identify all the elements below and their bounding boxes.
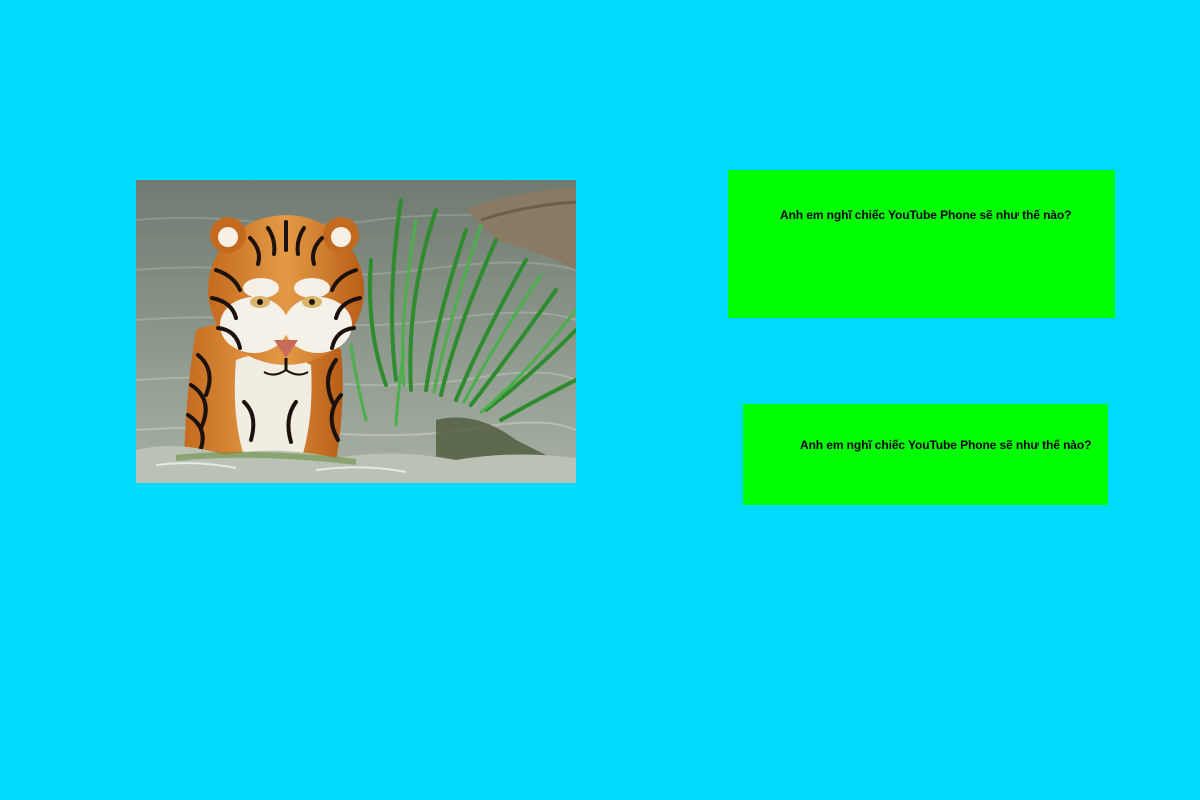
tiger-photo [136,180,576,483]
tiger-photo-illustration [136,180,576,483]
panel-bottom-text: Anh em nghĩ chiếc YouTube Phone sẽ như t… [800,438,1092,452]
text-panel-bottom: Anh em nghĩ chiếc YouTube Phone sẽ như t… [743,404,1108,505]
text-panel-top: Anh em nghĩ chiếc YouTube Phone sẽ như t… [728,170,1115,318]
panel-top-text: Anh em nghĩ chiếc YouTube Phone sẽ như t… [780,208,1072,222]
